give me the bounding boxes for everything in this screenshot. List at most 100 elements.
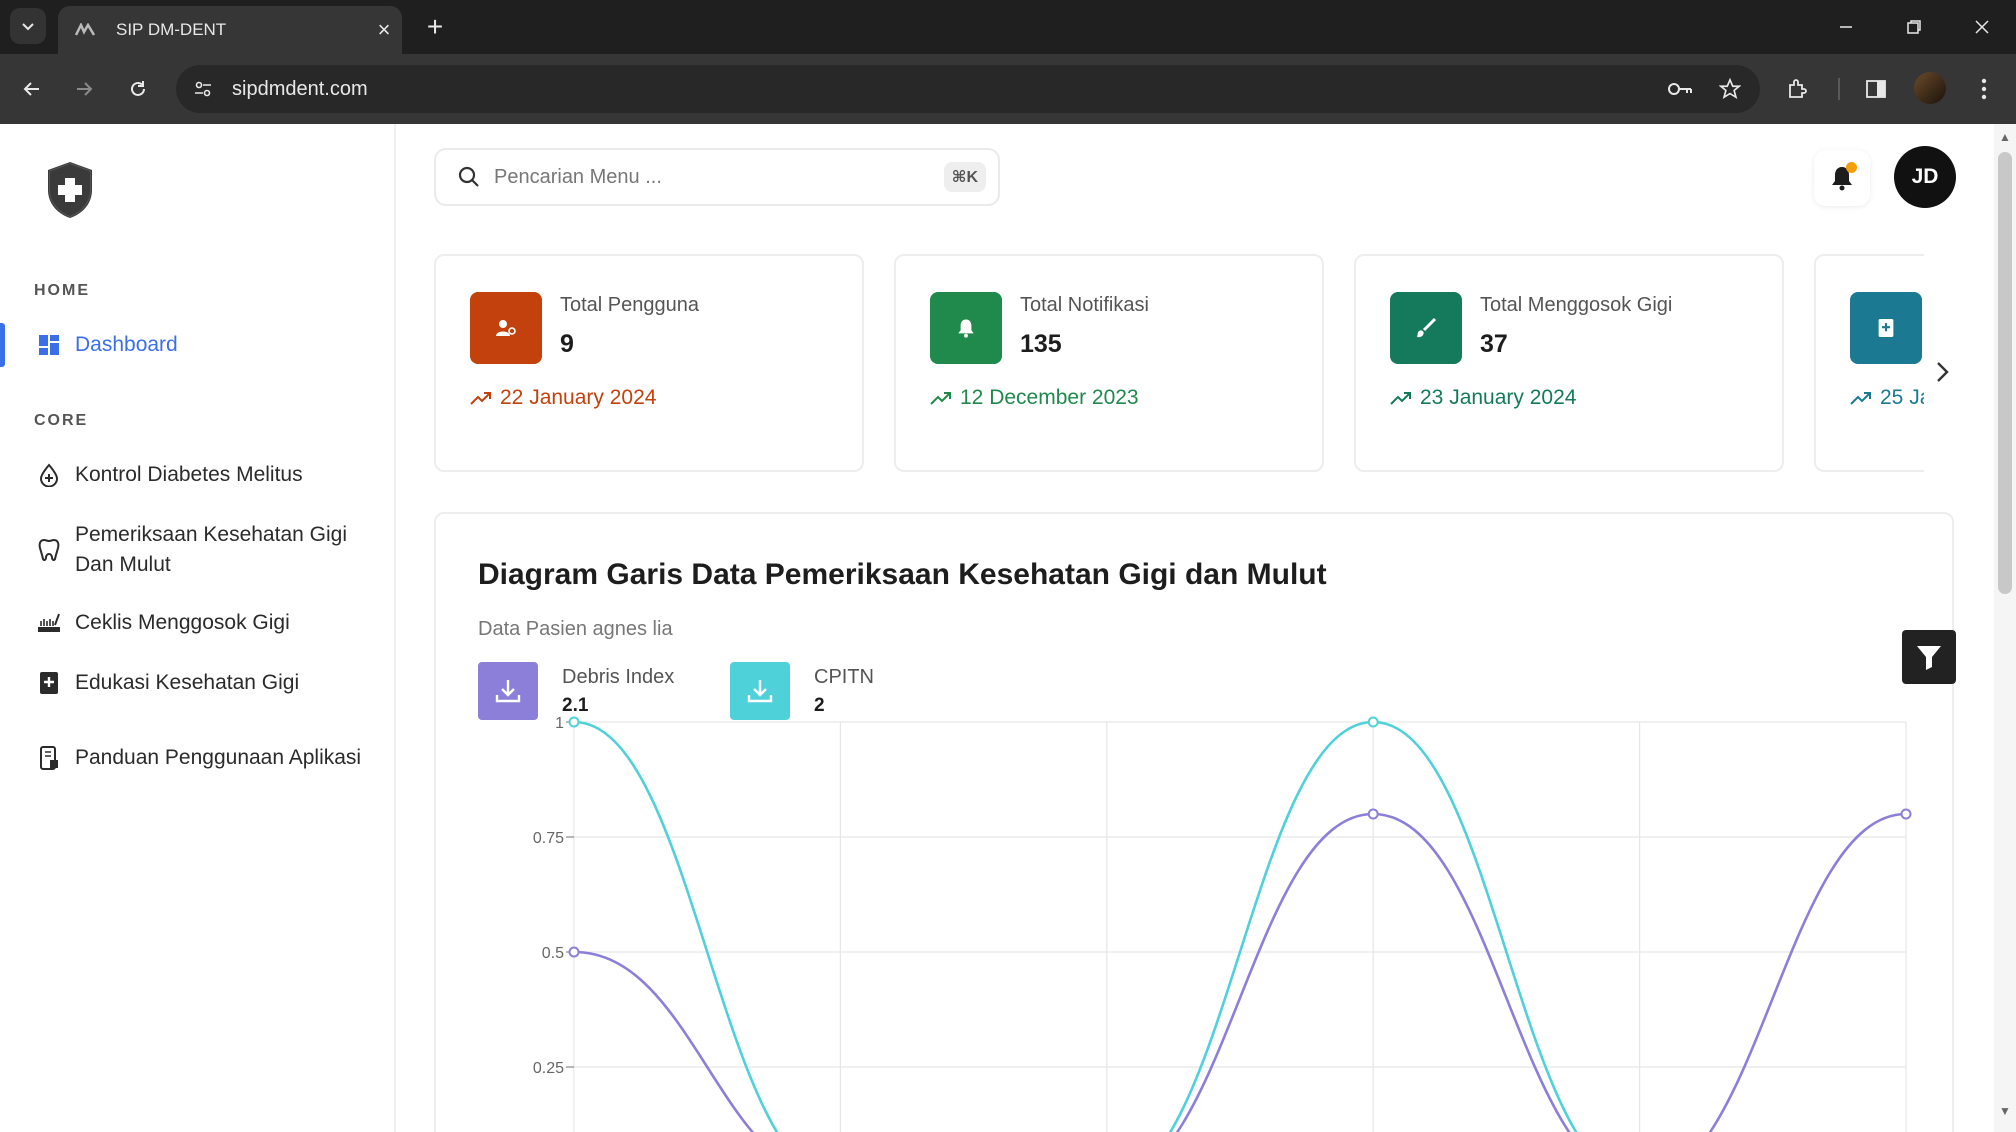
- stat-card-total-notifikasi[interactable]: Total Notifikasi 135 12 December 2023: [894, 254, 1324, 472]
- book-plus-icon: [1850, 292, 1922, 364]
- scrollbar-thumb[interactable]: [1998, 152, 2012, 594]
- forward-button[interactable]: [66, 71, 102, 107]
- stat-value: 9: [560, 330, 574, 358]
- chevron-right-icon: [1937, 362, 1949, 382]
- filter-button[interactable]: [1902, 630, 1956, 684]
- site-settings-icon[interactable]: [190, 76, 216, 102]
- tooth-icon: [36, 537, 62, 563]
- stat-date-row: 12 December 2023: [930, 386, 1139, 410]
- side-panel-icon[interactable]: [1858, 71, 1894, 107]
- section-label-core: CORE: [34, 412, 89, 429]
- filter-icon: [1917, 646, 1941, 670]
- sidebar-item-pemeriksaan-gigi[interactable]: Pemeriksaan Kesehatan Gigi Dan Mulut: [0, 520, 396, 580]
- stat-date: 12 December 2023: [960, 386, 1139, 409]
- sidebar-item-label: Dashboard: [75, 333, 178, 356]
- tab-search-button[interactable]: [10, 8, 46, 44]
- site-favicon-icon: [74, 22, 96, 38]
- y-tick-label: 0.75: [533, 830, 564, 847]
- reload-icon: [131, 81, 145, 96]
- sidebar-item-dashboard[interactable]: Dashboard: [0, 330, 396, 360]
- sidebar-item-ceklis-menggosok[interactable]: Ceklis Menggosok Gigi: [0, 608, 396, 638]
- close-tab-icon[interactable]: ×: [366, 17, 402, 43]
- data-point-cpitn: [568, 716, 580, 728]
- more-menu-icon[interactable]: [1966, 71, 2002, 107]
- notification-button[interactable]: [1814, 150, 1870, 206]
- sidebar: HOME Dashboard CORE Kontrol Diabetes Mel…: [0, 124, 396, 1132]
- stat-card-total-pengguna[interactable]: Total Pengguna 9 22 January 2024: [434, 254, 864, 472]
- section-label-home: HOME: [34, 282, 90, 299]
- sidebar-item-label: Edukasi Kesehatan Gigi: [75, 671, 300, 694]
- notification-badge-dot: [1846, 162, 1857, 173]
- back-button[interactable]: [14, 71, 50, 107]
- reload-button[interactable]: [120, 71, 156, 107]
- restore-button[interactable]: [1894, 10, 1934, 44]
- sidebar-item-label: Kontrol Diabetes Melitus: [75, 463, 303, 486]
- stat-card-total-menggosok[interactable]: Total Menggosok Gigi 37 23 January 2024: [1354, 254, 1784, 472]
- droplet-icon: [36, 462, 62, 488]
- stat-value: 135: [1020, 330, 1062, 358]
- trend-up-icon: [1390, 392, 1411, 405]
- bell-icon: [930, 292, 1002, 364]
- stats-carousel: Total Pengguna 9 22 January 2024 Total N…: [434, 254, 1924, 474]
- toolbar-divider: [1838, 78, 1840, 100]
- book-plus-icon: [36, 670, 62, 696]
- password-key-icon[interactable]: [1660, 69, 1700, 109]
- data-point-debris-index: [568, 946, 580, 958]
- close-window-button[interactable]: [1962, 10, 2002, 44]
- sidebar-item-edukasi-kesehatan[interactable]: Edukasi Kesehatan Gigi: [0, 668, 396, 698]
- trend-up-icon: [930, 392, 951, 405]
- stat-title: Total Menggosok Gigi: [1480, 294, 1673, 316]
- stat-date-row: 25 Ja: [1850, 386, 1924, 410]
- users-icon: [470, 292, 542, 364]
- arrow-left-icon: [23, 82, 39, 96]
- new-tab-button[interactable]: +: [418, 10, 452, 44]
- profile-avatar[interactable]: [1914, 72, 1946, 104]
- menu-search-input[interactable]: Pencarian Menu ... ⌘K: [434, 148, 1000, 206]
- extensions-icon[interactable]: [1780, 71, 1816, 107]
- bookmark-star-icon[interactable]: [1710, 69, 1750, 109]
- sidebar-item-label: Ceklis Menggosok Gigi: [75, 611, 290, 634]
- stat-title: Total Notifikasi: [1020, 294, 1149, 316]
- carousel-next-button[interactable]: [1924, 350, 1960, 394]
- minimize-button[interactable]: [1826, 10, 1866, 44]
- minimize-icon: [1840, 26, 1852, 28]
- tab-title: SIP DM-DENT: [116, 20, 227, 39]
- address-bar[interactable]: sipdmdent.com: [176, 65, 1760, 113]
- trend-up-icon: [470, 392, 491, 405]
- arrow-right-icon: [77, 82, 93, 96]
- data-point-cpitn: [1367, 716, 1379, 728]
- browser-toolbar: sipdmdent.com: [0, 54, 2016, 124]
- dashboard-grid-icon: [36, 332, 62, 358]
- search-icon: [456, 164, 482, 190]
- browser-tab[interactable]: SIP DM-DENT ×: [58, 6, 402, 54]
- stat-date: 23 January 2024: [1420, 386, 1577, 409]
- series-line-debris-index: [573, 812, 1907, 1132]
- stat-date-row: 22 January 2024: [470, 386, 656, 410]
- close-icon: [1975, 20, 1989, 34]
- y-tick-label: 0.25: [533, 1060, 564, 1077]
- chevron-down-icon: [22, 23, 34, 31]
- line-chart: 1 0.75 0.5 0.25: [533, 715, 1912, 1132]
- sidebar-item-panduan[interactable]: Panduan Penggunaan Aplikasi: [0, 728, 396, 788]
- scroll-down-icon[interactable]: ▼: [1997, 1104, 2013, 1120]
- stat-title: Total Pengguna: [560, 294, 700, 316]
- scroll-up-icon[interactable]: ▲: [1997, 130, 2013, 146]
- shield-logo-icon[interactable]: [44, 160, 96, 220]
- vertical-scrollbar[interactable]: ▲ ▼: [1994, 124, 2016, 1132]
- sidebar-item-kontrol-diabetes[interactable]: Kontrol Diabetes Melitus: [0, 460, 396, 490]
- url-text[interactable]: sipdmdent.com: [232, 78, 1660, 101]
- sidebar-item-label: Pemeriksaan Kesehatan Gigi Dan Mulut: [75, 523, 347, 576]
- data-point-debris-index: [1367, 808, 1379, 820]
- stat-date: 22 January 2024: [500, 386, 657, 409]
- web-page: HOME Dashboard CORE Kontrol Diabetes Mel…: [0, 124, 2016, 1132]
- shortcut-hint: ⌘K: [943, 162, 986, 192]
- stat-value: 37: [1480, 330, 1508, 358]
- series-line-cpitn: [573, 720, 1578, 1132]
- stat-card-partial[interactable]: 25 Ja: [1814, 254, 1924, 472]
- stat-date: 25 Ja: [1880, 386, 1924, 409]
- trend-up-icon: [1850, 392, 1871, 405]
- restore-icon: [1907, 20, 1921, 34]
- user-avatar[interactable]: JD: [1894, 146, 1956, 208]
- data-point-debris-index: [1900, 808, 1912, 820]
- toothbrush-icon: [36, 610, 62, 636]
